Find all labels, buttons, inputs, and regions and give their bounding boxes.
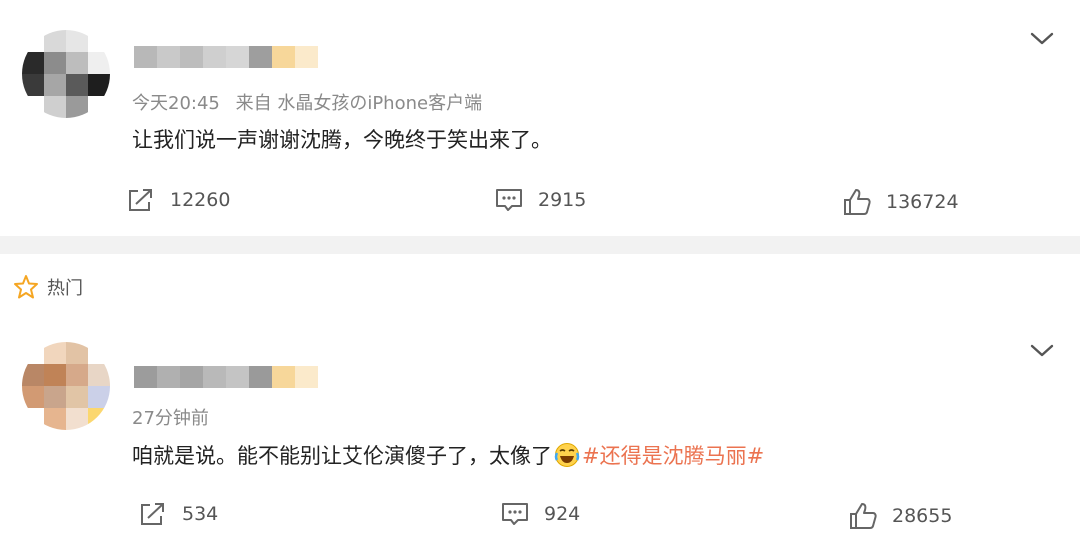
like-count: 136724 bbox=[886, 191, 959, 213]
comment-icon bbox=[496, 189, 522, 211]
repost-count: 534 bbox=[182, 503, 219, 525]
comment-body: 咱就是说。能不能别让艾伦演傻子了，太像了 bbox=[132, 444, 552, 468]
like-button[interactable]: 28655 bbox=[848, 500, 952, 532]
comment-time: 今天20:45 bbox=[132, 93, 220, 114]
comment-meta: 27分钟前 bbox=[132, 404, 209, 430]
star-icon bbox=[14, 275, 38, 299]
comment-button[interactable]: 2915 bbox=[494, 184, 586, 216]
share-icon bbox=[141, 503, 164, 525]
chevron-down-icon[interactable] bbox=[1028, 342, 1056, 360]
chevron-down-icon[interactable] bbox=[1028, 30, 1056, 48]
comment-source[interactable]: 来自 水晶女孩のiPhone客户端 bbox=[236, 93, 482, 114]
comment-count: 2915 bbox=[538, 189, 587, 211]
hashtag-link[interactable]: #还得是沈腾马丽# bbox=[582, 444, 764, 468]
repost-button[interactable]: 12260 bbox=[126, 184, 230, 216]
hot-label: 热门 bbox=[47, 278, 83, 299]
comment-text: 咱就是说。能不能别让艾伦演傻子了，太像了 #还得是沈腾马丽# bbox=[132, 440, 764, 470]
comment-meta: 今天20:45 来自 水晶女孩のiPhone客户端 bbox=[132, 89, 482, 115]
like-count: 28655 bbox=[892, 505, 953, 527]
laughing-crying-emoji-icon bbox=[554, 443, 580, 467]
comment-time: 27分钟前 bbox=[132, 408, 209, 429]
hot-section-header: 热门 bbox=[0, 254, 1080, 320]
comment-count: 924 bbox=[544, 503, 581, 525]
comment-card: 今天20:45 来自 水晶女孩のiPhone客户端 让我们说一声谢谢沈腾，今晚终… bbox=[0, 0, 1080, 236]
username[interactable] bbox=[134, 46, 318, 68]
comment-icon bbox=[502, 503, 528, 525]
avatar[interactable] bbox=[22, 342, 110, 430]
thumbs-up-icon bbox=[844, 189, 871, 215]
repost-button[interactable]: 534 bbox=[138, 498, 218, 530]
section-divider bbox=[0, 236, 1080, 254]
share-icon bbox=[129, 189, 152, 211]
comment-button[interactable]: 924 bbox=[500, 498, 580, 530]
comment-card: 27分钟前 咱就是说。能不能别让艾伦演傻子了，太像了 #还得是沈腾马丽# 534… bbox=[0, 320, 1080, 548]
username[interactable] bbox=[134, 366, 318, 388]
thumbs-up-icon bbox=[850, 503, 877, 529]
repost-count: 12260 bbox=[170, 189, 231, 211]
like-button[interactable]: 136724 bbox=[842, 186, 959, 218]
avatar[interactable] bbox=[22, 30, 110, 118]
comment-text: 让我们说一声谢谢沈腾，今晚终于笑出来了。 bbox=[132, 128, 552, 152]
